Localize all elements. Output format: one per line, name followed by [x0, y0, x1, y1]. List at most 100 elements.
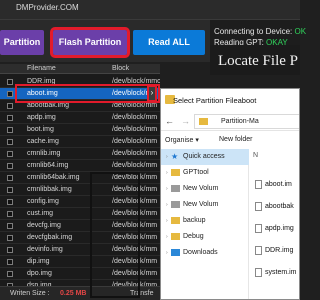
file-item[interactable]: apdp.img — [253, 220, 300, 240]
nav-item[interactable]: › GPTtool — [161, 165, 249, 181]
file-icon — [255, 224, 262, 233]
row-checkbox[interactable] — [7, 151, 13, 157]
toolbar: Partition Flash Partition Read ALL — [0, 20, 210, 62]
row-filename: config.img — [27, 198, 59, 205]
address-field[interactable]: Partition-Ma — [194, 114, 299, 129]
row-block: /dev/block/mm — [112, 162, 158, 169]
nav-item[interactable]: › backup — [161, 213, 249, 229]
row-filename: apdp.img — [27, 114, 56, 121]
chevron-right-icon[interactable]: › — [166, 218, 168, 224]
selected-row-highlight — [15, 84, 160, 103]
row-checkbox[interactable] — [7, 211, 13, 217]
table-row[interactable]: boot.img/dev/block/mm — [0, 124, 160, 136]
row-filename: cmnlibbak.img — [27, 186, 72, 193]
partition-button[interactable]: Partition — [0, 30, 44, 55]
chevron-right-icon[interactable]: › — [166, 202, 168, 208]
table-row[interactable]: cmnlib.img/dev/block/mm — [0, 148, 160, 160]
nav-item-label: Debug — [183, 233, 204, 240]
nav-item[interactable]: › New Volum — [161, 181, 249, 197]
column-header-name: N — [253, 152, 259, 159]
row-checkbox[interactable] — [7, 271, 13, 277]
row-block: /dev/block/mm — [112, 102, 158, 109]
organise-button[interactable]: Organise ▾ — [165, 136, 199, 144]
row-filename: boot.img — [27, 126, 54, 133]
nav-item[interactable]: › Debug — [161, 229, 249, 245]
chevron-right-icon[interactable]: › — [166, 234, 168, 240]
arrow-right-icon[interactable]: → — [181, 116, 190, 126]
row-checkbox[interactable] — [7, 79, 13, 85]
row-filename: dip.img — [27, 258, 50, 265]
row-checkbox[interactable] — [7, 103, 13, 109]
device-status: Connecting to Device: OK — [214, 27, 306, 36]
folder-icon — [171, 233, 180, 240]
row-filename: cmnlib64.img — [27, 162, 69, 169]
folder-icon — [171, 217, 180, 224]
flash-partition-button[interactable]: Flash Partition — [50, 27, 130, 58]
chevron-right-icon[interactable]: › — [166, 186, 168, 192]
address-path: Partition-Ma — [221, 118, 259, 125]
table-row[interactable]: apdp.img/dev/block/mm — [0, 112, 160, 124]
nav-item-label: backup — [183, 217, 206, 224]
row-block: /dev/block/mm — [112, 150, 158, 157]
chevron-right-icon[interactable]: › — [166, 250, 168, 256]
dialog-title: Select Partition Fileaboot — [173, 96, 257, 105]
star-icon: ★ — [171, 152, 179, 161]
row-checkbox[interactable] — [7, 259, 13, 265]
chevron-right-icon[interactable]: › — [166, 154, 168, 160]
row-checkbox[interactable] — [7, 187, 13, 193]
file-item[interactable]: system.im — [253, 264, 300, 284]
device-status-label: Connecting to Device: — [214, 27, 295, 36]
browse-file-button[interactable]: › — [147, 85, 157, 102]
row-block: /dev/block/mm — [112, 126, 158, 133]
row-checkbox[interactable] — [7, 199, 13, 205]
folder-icon — [199, 118, 208, 125]
row-filename: cmnlib64bak.img — [27, 174, 80, 181]
table-header: Filename Block — [0, 64, 160, 74]
drive-icon — [171, 185, 180, 192]
file-item[interactable]: abootbak — [253, 198, 300, 218]
folder-icon — [171, 169, 180, 176]
nav-item[interactable]: › ★ Quick access — [161, 149, 249, 165]
row-block: /dev/block/mm — [112, 138, 158, 145]
row-checkbox[interactable] — [7, 139, 13, 145]
new-folder-button[interactable]: New folder — [219, 136, 252, 143]
file-name: DDR.img — [265, 247, 294, 254]
row-filename: abootbak.img — [27, 102, 70, 109]
table-row[interactable]: cache.img/dev/block/mm — [0, 136, 160, 148]
read-all-button[interactable]: Read ALL — [133, 30, 205, 55]
row-checkbox[interactable] — [7, 223, 13, 229]
file-item[interactable]: aboot.im — [253, 176, 300, 196]
column-header-block: Block — [112, 65, 130, 72]
drive-icon — [171, 201, 180, 208]
dialog-title-bar: Select Partition Fileaboot — [161, 89, 299, 111]
row-checkbox[interactable] — [7, 235, 13, 241]
row-checkbox[interactable] — [7, 175, 13, 181]
row-checkbox[interactable] — [7, 91, 13, 97]
column-header-filename: Filename — [27, 65, 56, 72]
nav-item-label: Quick access — [183, 153, 225, 160]
file-name: abootbak — [265, 203, 294, 210]
row-checkbox[interactable] — [7, 163, 13, 169]
row-checkbox[interactable] — [7, 127, 13, 133]
nav-item[interactable]: › Downloads — [161, 245, 249, 261]
download-folder-icon — [171, 249, 180, 256]
nav-item-label: New Volum — [183, 201, 219, 208]
written-size-label: Writen Size : — [10, 290, 50, 297]
navigation-pane: › ★ Quick access › GPTtool › New Volum › New Vol… — [161, 149, 249, 299]
row-filename: devcfg.img — [27, 222, 61, 229]
file-name: apdp.img — [265, 225, 294, 232]
locate-file-heading: Locate File P — [218, 53, 298, 69]
address-bar: ← → Partition-Ma — [161, 111, 299, 131]
app-title: DMProvider.COM — [16, 3, 79, 12]
table-row[interactable]: cmnlib64.img/dev/block/mm — [0, 160, 160, 172]
file-list-frame — [90, 172, 140, 298]
nav-item[interactable]: › New Volum — [161, 197, 249, 213]
arrow-left-icon[interactable]: ← — [165, 116, 174, 126]
file-icon — [255, 202, 262, 211]
row-checkbox[interactable] — [7, 115, 13, 121]
file-item[interactable]: DDR.img — [253, 242, 300, 262]
row-filename: cmnlib.img — [27, 150, 61, 157]
chevron-right-icon[interactable]: › — [166, 170, 168, 176]
row-filename: cust.img — [27, 210, 54, 217]
row-checkbox[interactable] — [7, 247, 13, 253]
